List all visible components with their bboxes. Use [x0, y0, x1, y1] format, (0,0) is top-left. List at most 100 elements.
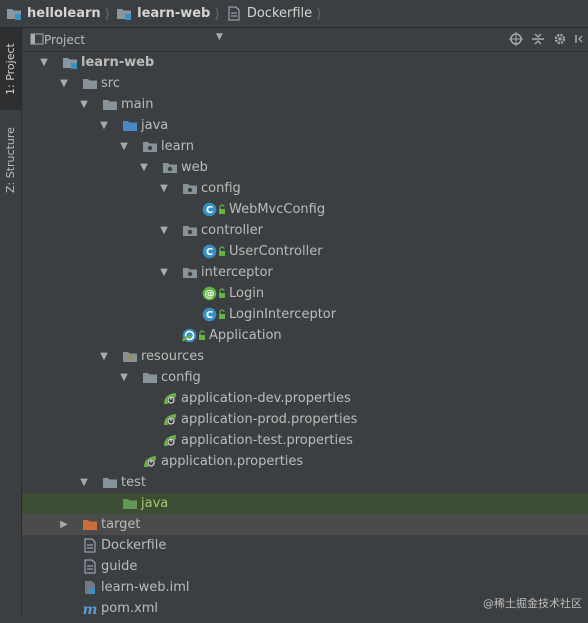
tree-node-label: UserController — [229, 244, 323, 259]
package-icon — [182, 223, 198, 238]
tree-node-config[interactable]: ▼ config — [22, 178, 588, 199]
breadcrumb-item-learn-web[interactable]: learn-web — [116, 0, 210, 28]
tree-node-label: Login — [229, 286, 265, 301]
expand-arrow-icon[interactable]: ▼ — [98, 115, 110, 136]
expand-arrow-icon[interactable]: ▼ — [118, 136, 130, 157]
tree-node-java[interactable]: java — [22, 493, 588, 514]
caret-down-icon[interactable]: ▼ — [216, 32, 223, 42]
expand-arrow-icon[interactable]: ▼ — [78, 472, 90, 493]
tree-node-webmvcconfig[interactable]: C WebMvcConfig — [22, 199, 588, 220]
tree-node-label: src — [101, 76, 120, 91]
file-icon — [82, 538, 98, 553]
class-icon: C — [202, 202, 218, 217]
collapse-all-icon[interactable] — [530, 31, 546, 47]
tree-node-label: Dockerfile — [101, 538, 167, 553]
expand-arrow-icon[interactable]: ▼ — [58, 73, 70, 94]
tree-node-java[interactable]: ▼ java — [22, 115, 588, 136]
gear-icon[interactable] — [552, 31, 568, 47]
breadcrumb-separator-icon: ⟩ — [214, 5, 220, 22]
folder-icon — [142, 370, 158, 385]
properties-icon — [162, 391, 178, 406]
tree-node-dockerfile[interactable]: Dockerfile — [22, 535, 588, 556]
hide-icon[interactable] — [574, 31, 584, 47]
svg-text:@: @ — [205, 289, 215, 300]
properties-icon — [142, 454, 158, 469]
tree-node-login[interactable]: @ Login — [22, 283, 588, 304]
tree-node-application-prod-properties[interactable]: application-prod.properties — [22, 409, 588, 430]
tree-node-label: learn — [161, 139, 194, 154]
file-icon — [226, 6, 242, 21]
tree-node-target[interactable]: ▶ target — [22, 514, 588, 535]
source-folder-icon — [122, 118, 138, 133]
tree-node-label: LoginInterceptor — [229, 307, 337, 322]
crosshair-icon[interactable] — [508, 31, 524, 47]
folder-icon — [82, 76, 98, 91]
svg-text:C: C — [206, 310, 213, 321]
tree-node-application-dev-properties[interactable]: application-dev.properties — [22, 388, 588, 409]
tree-node-label: main — [121, 97, 154, 112]
collapse-arrow-icon[interactable]: ▶ — [58, 514, 70, 535]
expand-arrow-icon[interactable]: ▼ — [158, 178, 170, 199]
tree-node-usercontroller[interactable]: C UserController — [22, 241, 588, 262]
public-access-icon — [218, 307, 226, 322]
tree-node-label: learn-web.iml — [101, 580, 190, 595]
tree-node-logininterceptor[interactable]: C LoginInterceptor — [22, 304, 588, 325]
project-view-label[interactable]: Project — [44, 33, 85, 47]
tree-node-label: guide — [101, 559, 138, 574]
tree-node-label: application-prod.properties — [181, 412, 358, 427]
package-icon — [142, 139, 158, 154]
tree-node-label: config — [201, 181, 241, 196]
tree-node-label: target — [101, 517, 141, 532]
expand-arrow-icon[interactable]: ▼ — [78, 94, 90, 115]
project-tool-tab[interactable]: 1: Project — [0, 28, 21, 110]
properties-icon — [162, 433, 178, 448]
breadcrumb-item-dockerfile[interactable]: Dockerfile — [226, 0, 312, 28]
tree-node-label: web — [181, 160, 208, 175]
breadcrumb-separator-icon: ⟩ — [316, 5, 322, 22]
tree-node-label: controller — [201, 223, 264, 238]
test-folder-icon — [122, 496, 138, 511]
properties-icon — [162, 412, 178, 427]
tree-node-application-properties[interactable]: application.properties — [22, 451, 588, 472]
annotation-icon: @ — [202, 286, 218, 301]
package-icon — [182, 265, 198, 280]
iml-file-icon — [82, 580, 98, 595]
tree-node-test[interactable]: ▼ test — [22, 472, 588, 493]
navigation-breadcrumb: hellolearn ⟩ learn-web ⟩ Dockerfile ⟩ — [0, 0, 588, 28]
tree-node-web[interactable]: ▼ web — [22, 157, 588, 178]
breadcrumb-label: Dockerfile — [246, 6, 313, 21]
expand-arrow-icon[interactable]: ▼ — [138, 157, 150, 178]
breadcrumb-item-hellolearn[interactable]: hellolearn — [6, 0, 101, 28]
tree-node-label: config — [161, 370, 201, 385]
tree-node-src[interactable]: ▼ src — [22, 73, 588, 94]
class-icon: C — [202, 307, 218, 322]
expand-arrow-icon[interactable]: ▼ — [118, 367, 130, 388]
breadcrumb-label: learn-web — [137, 6, 211, 21]
tree-node-label: resources — [141, 349, 205, 364]
tree-node-config[interactable]: ▼ config — [22, 367, 588, 388]
tree-node-interceptor[interactable]: ▼ interceptor — [22, 262, 588, 283]
tree-node-guide[interactable]: guide — [22, 556, 588, 577]
expand-arrow-icon[interactable]: ▼ — [158, 220, 170, 241]
resources-folder-icon — [122, 349, 138, 364]
tree-node-label: application-test.properties — [181, 433, 353, 448]
tree-node-controller[interactable]: ▼ controller — [22, 220, 588, 241]
expand-arrow-icon[interactable]: ▼ — [98, 346, 110, 367]
panel-toolbar — [508, 31, 584, 47]
tree-node-label: learn-web — [81, 55, 155, 70]
tree-node-resources[interactable]: ▼ resources — [22, 346, 588, 367]
folder-icon — [102, 475, 118, 490]
tree-node-main[interactable]: ▼ main — [22, 94, 588, 115]
project-panel-header: Project ▼ — [22, 28, 588, 52]
structure-tool-tab[interactable]: Z: Structure — [0, 112, 21, 208]
tree-node-label: Application — [209, 328, 282, 343]
tree-node-learn-web[interactable]: ▼ learn-web — [22, 52, 588, 73]
tree-node-application-test-properties[interactable]: application-test.properties — [22, 430, 588, 451]
module-folder-icon — [116, 6, 132, 21]
tree-node-label: application.properties — [161, 454, 304, 469]
tree-node-application[interactable]: Application — [22, 325, 588, 346]
tree-node-label: java — [141, 118, 169, 133]
expand-arrow-icon[interactable]: ▼ — [158, 262, 170, 283]
expand-arrow-icon[interactable]: ▼ — [38, 52, 50, 73]
tree-node-learn[interactable]: ▼ learn — [22, 136, 588, 157]
